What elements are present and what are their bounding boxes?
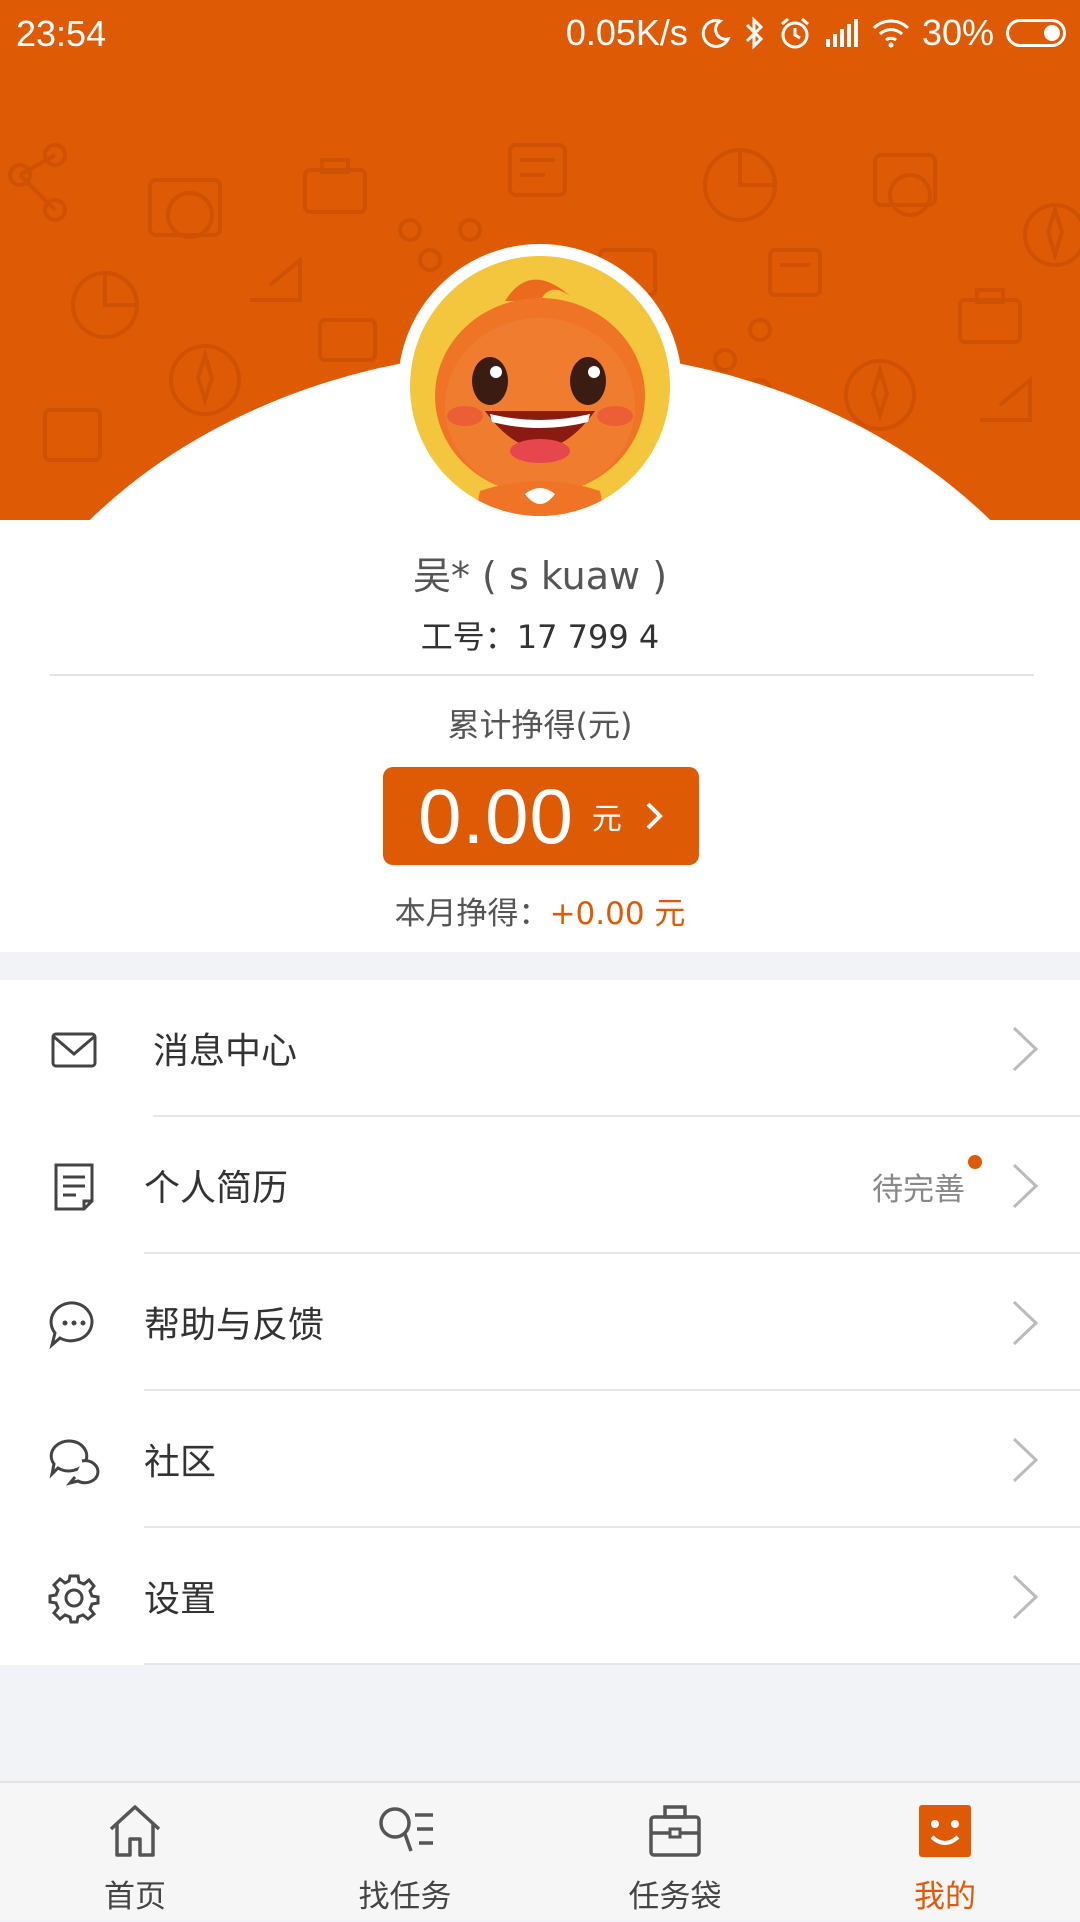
status-time: 23:54 (16, 13, 107, 54)
tab-home[interactable]: 首页 (0, 1783, 270, 1922)
month-earnings-label: 本月挣得： (394, 896, 550, 932)
month-earnings: 本月挣得：+0.00 元 (0, 888, 1080, 933)
menu-item-help-feedback[interactable]: 帮助与反馈 (0, 1254, 1080, 1391)
avatar[interactable] (398, 244, 682, 528)
bottom-tab-bar: 首页 找任务 任务袋 我的 (0, 1781, 1080, 1920)
battery-percent: 30% (921, 12, 994, 53)
menu-label: 个人简历 (144, 1168, 289, 1209)
menu-label: 设置 (144, 1579, 217, 1620)
briefcase-icon (649, 1805, 701, 1857)
total-earnings-button[interactable]: 0.00 元 (383, 767, 699, 865)
moon-icon (701, 18, 731, 48)
chevron-right-icon (1012, 1574, 1039, 1620)
notification-dot (968, 1155, 982, 1169)
user-name: 吴* ( s kuaw ) (412, 554, 668, 598)
mail-icon (51, 1032, 97, 1068)
community-icon (49, 1439, 100, 1486)
menu-item-settings[interactable]: 设置 (0, 1528, 1080, 1665)
signal-icon (825, 19, 858, 47)
tab-find-tasks[interactable]: 找任务 (270, 1783, 540, 1922)
settings-menu: 消息中心 个人简历 待完善 帮助与反馈 社区 设置 (0, 980, 1080, 1665)
menu-item-community[interactable]: 社区 (0, 1391, 1080, 1528)
status-indicators: 0.05K/s 30% (566, 12, 1066, 54)
tab-mine[interactable]: 我的 (810, 1783, 1080, 1922)
chevron-right-icon (646, 802, 663, 830)
bluetooth-icon (745, 16, 764, 50)
battery-icon (1006, 19, 1066, 47)
total-earnings-label: 累计挣得(元) (447, 706, 633, 744)
total-earnings-amount: 0.00 (418, 771, 574, 860)
smiley-icon (919, 1805, 971, 1857)
employee-number: 工号：17 799 4 (420, 618, 660, 656)
chevron-right-icon (1012, 1300, 1039, 1346)
menu-label: 帮助与反馈 (144, 1305, 325, 1346)
chevron-right-icon (1012, 1437, 1039, 1483)
chevron-right-icon (1012, 1026, 1039, 1072)
avatar-image (410, 256, 670, 516)
menu-item-resume[interactable]: 个人简历 待完善 (0, 1117, 1080, 1254)
total-earnings-unit: 元 (591, 802, 622, 837)
gear-icon (48, 1574, 100, 1624)
search-list-icon (379, 1807, 433, 1852)
wifi-icon (872, 19, 909, 48)
menu-label: 社区 (144, 1442, 217, 1483)
tab-label: 找任务 (358, 1879, 452, 1915)
document-icon (54, 1163, 94, 1211)
month-earnings-value: +0.00 元 (549, 896, 686, 932)
chevron-right-icon (1012, 1163, 1039, 1209)
divider (50, 674, 1034, 676)
menu-label: 消息中心 (153, 1031, 298, 1072)
tab-label: 首页 (104, 1879, 166, 1915)
net-speed: 0.05K/s (565, 12, 688, 53)
chat-bubble-icon (49, 1301, 94, 1350)
divider (144, 1663, 1080, 1665)
home-icon (109, 1805, 161, 1857)
mascot-illustration (435, 279, 645, 516)
tab-label: 我的 (914, 1879, 976, 1915)
resume-status: 待完善 (872, 1172, 965, 1208)
alarm-icon (780, 17, 809, 49)
tab-task-bag[interactable]: 任务袋 (540, 1783, 810, 1922)
tab-label: 任务袋 (628, 1879, 722, 1915)
status-bar: 23:54 0.05K/s 30% (0, 0, 1080, 70)
menu-item-messages[interactable]: 消息中心 (0, 980, 1080, 1117)
